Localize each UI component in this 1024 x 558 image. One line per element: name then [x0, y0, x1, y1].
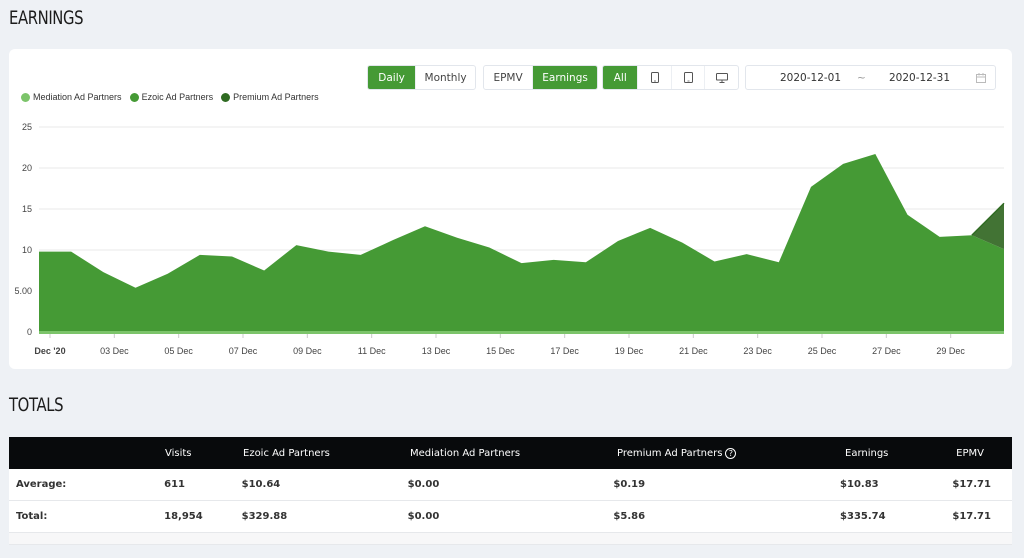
legend-item-mediation[interactable]: Mediation Ad Partners	[21, 92, 122, 102]
row-label: Average:	[16, 479, 67, 490]
table-cell: $0.00	[407, 511, 440, 522]
mobile-icon	[650, 72, 659, 83]
tablet-icon	[683, 72, 693, 83]
device-toggle: All	[602, 65, 739, 90]
x-tick-label: 15 Dec	[486, 346, 515, 356]
date-end[interactable]: 2020-12-31	[889, 72, 950, 84]
date-start[interactable]: 2020-12-01	[780, 72, 841, 84]
y-tick-label: 0	[27, 327, 32, 337]
legend-label: Ezoic Ad Partners	[141, 92, 214, 102]
y-tick-label: 25	[22, 122, 32, 132]
chart-legend: Mediation Ad Partners Ezoic Ad Partners …	[21, 92, 319, 102]
desktop-icon	[715, 72, 728, 83]
table-cell: $17.71	[952, 511, 991, 522]
table-cell: $0.19	[613, 479, 646, 490]
earnings-chart: 0 5.00 10 15 20 25 Dec '20 03 Dec 05 Dec 07 Dec 09…	[14, 122, 1005, 356]
x-tick-label: 17 Dec	[550, 346, 579, 356]
y-tick-label: 15	[22, 204, 32, 214]
legend-dot-ezoic	[129, 92, 139, 102]
date-range-picker[interactable]: 2020-12-01 ~ 2020-12-31	[745, 65, 996, 90]
period-toggle: Daily Monthly	[367, 65, 476, 90]
totals-title: TOTALS	[9, 394, 64, 416]
y-tick-label: 5.00	[14, 286, 32, 296]
device-all-button[interactable]: All	[603, 66, 639, 89]
x-tick-label: 29 Dec	[936, 346, 965, 356]
x-tick-label: 19 Dec	[615, 346, 644, 356]
table-header-premium: Premium Ad Partners ?	[617, 437, 845, 469]
x-tick-label: 25 Dec	[808, 346, 837, 356]
earnings-button[interactable]: Earnings	[533, 66, 597, 89]
table-footer	[9, 533, 1012, 545]
daily-button[interactable]: Daily	[368, 66, 417, 89]
device-mobile-button[interactable]	[638, 66, 672, 89]
calendar-icon[interactable]	[976, 73, 986, 83]
x-tick-label: 05 Dec	[164, 346, 193, 356]
table-cell: $335.74	[840, 511, 886, 522]
table-header: Visits	[165, 447, 192, 459]
mediation-baseline	[39, 331, 1004, 334]
table-header: EPMV	[956, 447, 984, 459]
table-cell: 18,954	[164, 511, 203, 522]
metric-toggle: EPMV Earnings	[483, 65, 598, 90]
legend-dot-premium	[221, 92, 231, 102]
legend-item-premium[interactable]: Premium Ad Partners	[221, 92, 319, 102]
x-tick-label: 21 Dec	[679, 346, 708, 356]
x-tick-label: 03 Dec	[100, 346, 129, 356]
legend-label: Mediation Ad Partners	[33, 92, 122, 102]
table-cell: $10.64	[241, 479, 281, 490]
table-header: Earnings	[845, 447, 889, 459]
table-header: Ezoic Ad Partners	[243, 447, 330, 459]
x-tick-label: 11 Dec	[358, 346, 386, 356]
table-cell: $17.71	[952, 479, 991, 490]
table-cell: $329.88	[241, 511, 288, 522]
monthly-button[interactable]: Monthly	[416, 66, 475, 89]
device-tablet-button[interactable]	[672, 66, 706, 89]
help-icon[interactable]: ?	[725, 447, 737, 459]
date-separator: ~	[857, 72, 866, 84]
totals-table: Visits Ezoic Ad Partners Mediation Ad Pa…	[9, 437, 1012, 545]
x-tick-label: 13 Dec	[422, 346, 451, 356]
legend-label: Premium Ad Partners	[233, 92, 319, 102]
y-tick-label: 10	[22, 245, 32, 255]
x-tick-label: 07 Dec	[229, 346, 258, 356]
table-header	[9, 437, 165, 469]
epmv-button[interactable]: EPMV	[484, 66, 534, 89]
legend-item-ezoic[interactable]: Ezoic Ad Partners	[129, 92, 214, 102]
table-row: Total: 18,954 $329.88 $0.00 $5.86 $335.7…	[9, 501, 1012, 533]
table-row: Average: 611 $10.64 $0.00 $0.19 $10.83 $…	[9, 469, 1012, 501]
x-tick-label: 27 Dec	[872, 346, 901, 356]
legend-dot-mediation	[21, 92, 30, 102]
x-tick-label: 09 Dec	[293, 346, 322, 356]
table-cell: $0.00	[407, 479, 440, 490]
table-cell: $5.86	[613, 511, 646, 522]
device-desktop-button[interactable]	[705, 66, 738, 89]
ezoic-area	[39, 154, 1004, 332]
table-header: Mediation Ad Partners	[410, 447, 521, 459]
y-tick-label: 20	[22, 163, 32, 173]
x-tick-label: Dec '20	[34, 346, 65, 356]
table-header: Premium Ad Partners	[617, 447, 723, 459]
x-tick-label: 23 Dec	[743, 346, 772, 356]
row-label: Total:	[16, 511, 48, 522]
table-header-row: Visits Ezoic Ad Partners Mediation Ad Pa…	[9, 437, 1012, 469]
table-cell: 611	[164, 479, 185, 490]
table-cell: $10.83	[840, 479, 879, 490]
